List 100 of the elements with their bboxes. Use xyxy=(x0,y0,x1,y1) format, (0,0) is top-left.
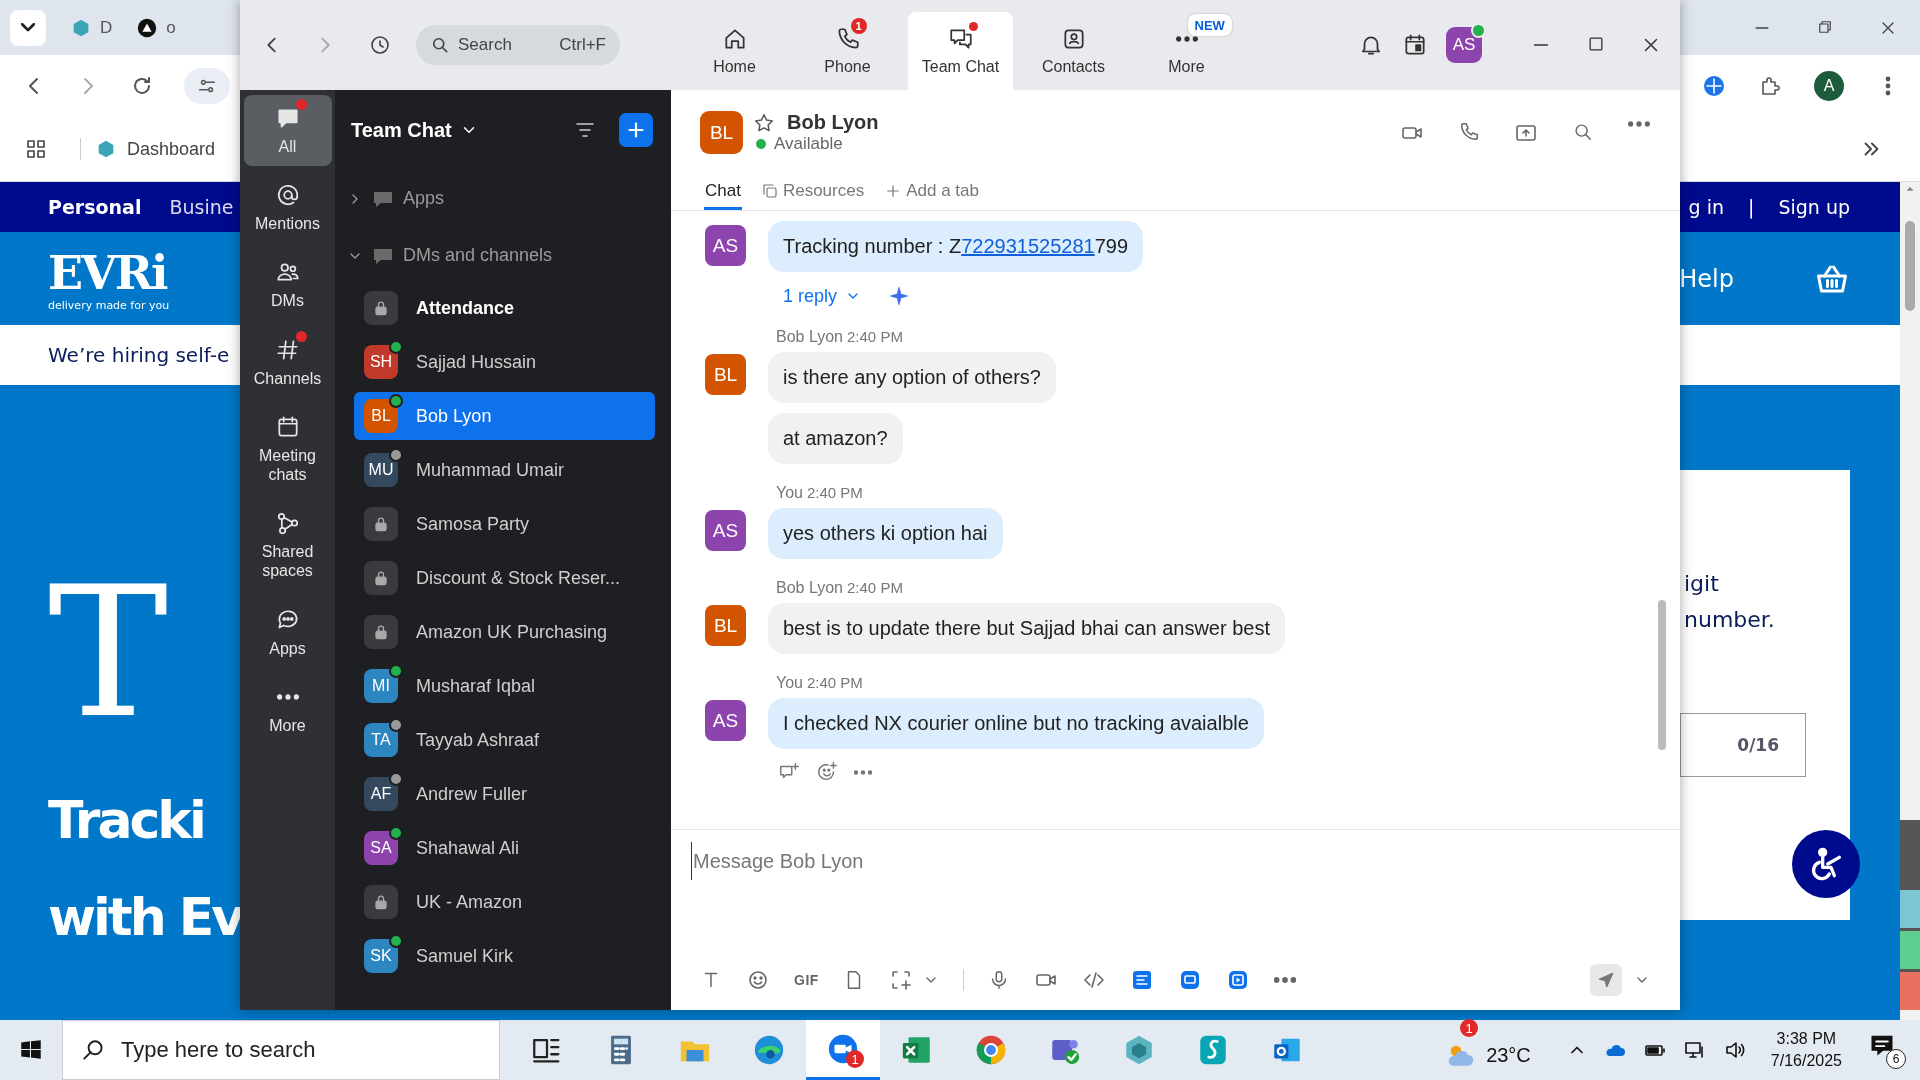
nav-tab[interactable]: Contacts xyxy=(1021,12,1126,90)
replies-button[interactable]: 1 reply xyxy=(783,285,862,307)
nav-tab[interactable]: 1 Phone xyxy=(795,12,900,90)
sidebar-title[interactable]: Team Chat xyxy=(351,118,478,142)
phone-icon[interactable] xyxy=(1458,120,1480,143)
account-link[interactable]: | xyxy=(1748,196,1755,218)
star-icon[interactable] xyxy=(753,111,775,134)
rail-item[interactable]: DMs xyxy=(243,249,332,321)
hero-title: Tracki xyxy=(48,789,205,852)
browser-tab[interactable]: D xyxy=(70,16,113,39)
rail-item[interactable]: More xyxy=(243,673,332,745)
temperature[interactable]: 23°C xyxy=(1486,1043,1531,1067)
notification-button[interactable]: 6 xyxy=(1868,1031,1906,1069)
section-header[interactable]: Apps xyxy=(335,170,671,227)
taskbar-search-field[interactable]: Type here to search xyxy=(62,1020,500,1080)
rail-item[interactable]: Mentions xyxy=(243,172,332,244)
conversation-item[interactable]: UK - Amazon xyxy=(354,878,655,926)
nav-tab[interactable]: Team Chat xyxy=(908,12,1013,90)
taskbar-app[interactable]: 1 xyxy=(806,1020,880,1080)
site-settings-button[interactable] xyxy=(184,68,230,104)
more-icon xyxy=(1175,36,1198,42)
clock[interactable]: 3:38 PM 7/16/2025 xyxy=(1770,1028,1842,1072)
conversation-item[interactable]: AF Andrew Fuller xyxy=(354,770,655,818)
rail-item[interactable]: Meeting chats xyxy=(243,403,332,495)
new-chat-button[interactable] xyxy=(619,113,653,147)
chat-icon xyxy=(947,26,974,52)
message-bubble: yes others ki option hai xyxy=(768,508,1003,559)
bookmark[interactable]: Dashboard xyxy=(80,138,216,160)
badge: 1 xyxy=(846,1050,864,1068)
conversation-item[interactable]: TA Tayyab Ashraaf xyxy=(354,716,655,764)
message-bubble: at amazon? xyxy=(768,413,903,464)
help-link[interactable]: Help xyxy=(1679,264,1734,293)
browser-tab[interactable]: o xyxy=(136,16,176,39)
rail-item[interactable]: All xyxy=(243,95,332,167)
chat-tab[interactable]: Add a tab xyxy=(883,175,980,210)
apps-grid-icon[interactable] xyxy=(24,137,48,161)
user-avatar[interactable]: AS xyxy=(1446,27,1482,63)
message-bubble: Tracking number : Z722931525281799 xyxy=(768,221,1144,272)
chat-tab[interactable]: Resources xyxy=(759,175,866,210)
send-icon xyxy=(1597,971,1615,989)
search-field[interactable]: Search Ctrl+F xyxy=(416,25,620,65)
chat-tab[interactable]: Chat xyxy=(704,175,742,210)
copy-icon xyxy=(760,182,779,200)
account-link[interactable]: g in xyxy=(1688,196,1724,218)
more-icon xyxy=(276,693,299,700)
badge: 1 xyxy=(1460,1019,1479,1037)
tab-list-button[interactable] xyxy=(10,9,46,46)
send-button[interactable] xyxy=(1590,964,1622,996)
card-text: number. xyxy=(1683,606,1776,634)
message-header: You 2:40 PM xyxy=(776,484,863,502)
rail-item[interactable]: Apps xyxy=(243,596,332,668)
conversation-item[interactable]: SK Samuel Kirk xyxy=(354,932,655,980)
calendar-icon[interactable] xyxy=(1402,32,1428,58)
status-dot xyxy=(756,139,766,149)
add-reaction-icon[interactable] xyxy=(816,761,838,783)
sender-avatar: BL xyxy=(705,605,746,646)
sender-avatar: AS xyxy=(705,225,746,266)
hero-title: with Ev xyxy=(48,886,240,950)
nav-tab[interactable]: NEW More xyxy=(1134,12,1239,90)
conversation-item[interactable]: SH Sajjad Hussain xyxy=(354,338,655,386)
profile-avatar[interactable]: A xyxy=(1814,71,1844,101)
conversation-item[interactable]: Samosa Party xyxy=(354,500,655,548)
nav-link[interactable]: Busine xyxy=(169,196,234,218)
badge: 1 xyxy=(850,18,867,34)
card-text: igit xyxy=(1683,570,1720,598)
sender-avatar: AS xyxy=(705,700,746,741)
section-header[interactable]: DMs and channels xyxy=(335,227,671,284)
sender-avatar: AS xyxy=(705,510,746,551)
message-header: Bob Lyon 2:40 PM xyxy=(776,579,903,597)
site-logo: EVRi xyxy=(48,246,168,300)
more-icon[interactable] xyxy=(1273,977,1296,983)
gif-button[interactable]: GIF xyxy=(794,972,819,988)
contact-avatar: BL xyxy=(700,111,743,154)
conversation-item[interactable]: Discount & Stock Reser... xyxy=(354,554,655,602)
badge: NEW xyxy=(1187,14,1232,36)
hero-glyph: T xyxy=(48,563,170,723)
nav-link[interactable]: Personal xyxy=(48,196,142,218)
conversation-item[interactable]: Amazon UK Purchasing xyxy=(354,608,655,656)
emoji-icon[interactable] xyxy=(746,968,770,992)
message-header: Bob Lyon 2:40 PM xyxy=(776,328,903,346)
rail-item[interactable]: Shared spaces xyxy=(243,500,332,591)
logo-tagline: delivery made for you xyxy=(48,300,170,311)
conversation-item[interactable]: MU Muhammad Umair xyxy=(354,446,655,494)
tracking-link[interactable]: 722931525281 xyxy=(961,235,1095,257)
conversation-item[interactable]: MI Musharaf Iqbal xyxy=(354,662,655,710)
search-icon xyxy=(430,35,450,55)
status-text: Available xyxy=(774,134,843,154)
tracking-field[interactable]: 0/16 xyxy=(1680,713,1806,777)
more-icon[interactable] xyxy=(854,769,872,775)
clock-icon xyxy=(368,33,392,57)
conversation-item[interactable]: SA Shahawal Ali xyxy=(354,824,655,872)
conversation-item[interactable]: BL Bob Lyon xyxy=(354,392,655,440)
scrollbar-thumb[interactable] xyxy=(1658,600,1666,750)
more-icon[interactable] xyxy=(1628,120,1650,127)
scrollbar-thumb[interactable] xyxy=(1905,221,1915,311)
chevron-down-icon xyxy=(21,23,35,32)
contact-name: Bob Lyon xyxy=(787,111,879,134)
account-link[interactable]: Sign up xyxy=(1778,196,1850,218)
message-bubble: is there any option of others? xyxy=(768,352,1056,403)
nav-tab[interactable]: Home xyxy=(682,12,787,90)
